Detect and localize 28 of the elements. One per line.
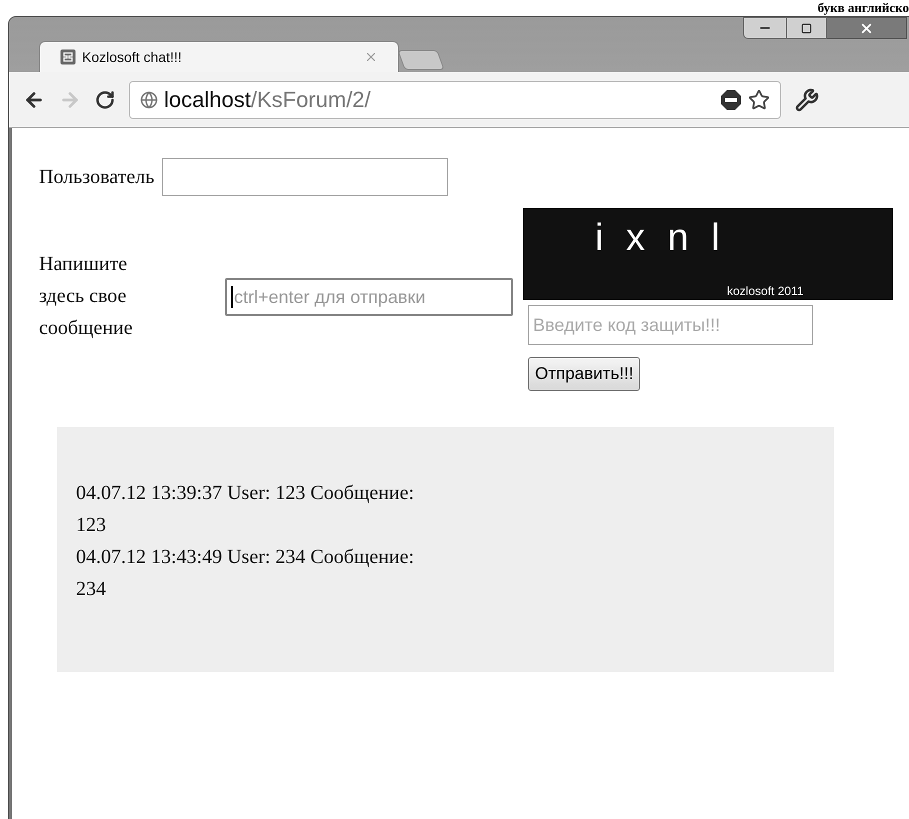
browser-tab[interactable]: Kozlosoft chat!!! bbox=[39, 41, 399, 72]
new-tab-button[interactable] bbox=[397, 50, 445, 70]
app-icon bbox=[60, 49, 76, 65]
submit-button[interactable]: Отправить!!! bbox=[528, 357, 640, 391]
message-text: 234 bbox=[76, 577, 107, 602]
message-header: 04.07.12 13:39:37 User: 123 Сообщение: bbox=[76, 481, 416, 506]
adblock-icon[interactable] bbox=[720, 88, 742, 110]
maximize-icon bbox=[801, 22, 812, 34]
star-icon[interactable] bbox=[748, 88, 770, 110]
message-text: 123 bbox=[76, 513, 107, 538]
maximize-button[interactable] bbox=[787, 17, 827, 39]
captcha-code: i x n l bbox=[595, 216, 726, 261]
tab-title: Kozlosoft chat!!! bbox=[82, 48, 183, 66]
url-text: localhost/KsForum/2/ bbox=[164, 86, 372, 114]
captcha-credit: kozlosoft 2011 bbox=[727, 283, 804, 300]
page-caption: букв английско bbox=[818, 0, 909, 15]
close-button[interactable] bbox=[827, 17, 907, 39]
field-label: Пользователь bbox=[39, 165, 154, 190]
code-field[interactable]: Введите код защиты!!! bbox=[528, 305, 813, 345]
user-field[interactable] bbox=[162, 158, 448, 196]
minimize-button[interactable] bbox=[743, 17, 787, 39]
wrench-icon[interactable] bbox=[795, 88, 819, 112]
tab-close-icon[interactable] bbox=[364, 50, 378, 64]
reload-icon[interactable] bbox=[95, 90, 115, 110]
field-label: Напишите здесь свое сообщение bbox=[39, 252, 134, 341]
address-bar[interactable]: localhost/KsForum/2/ bbox=[129, 80, 781, 118]
message-header: 04.07.12 13:43:49 User: 234 Сообщение: bbox=[76, 545, 416, 570]
globe-icon bbox=[140, 90, 158, 108]
